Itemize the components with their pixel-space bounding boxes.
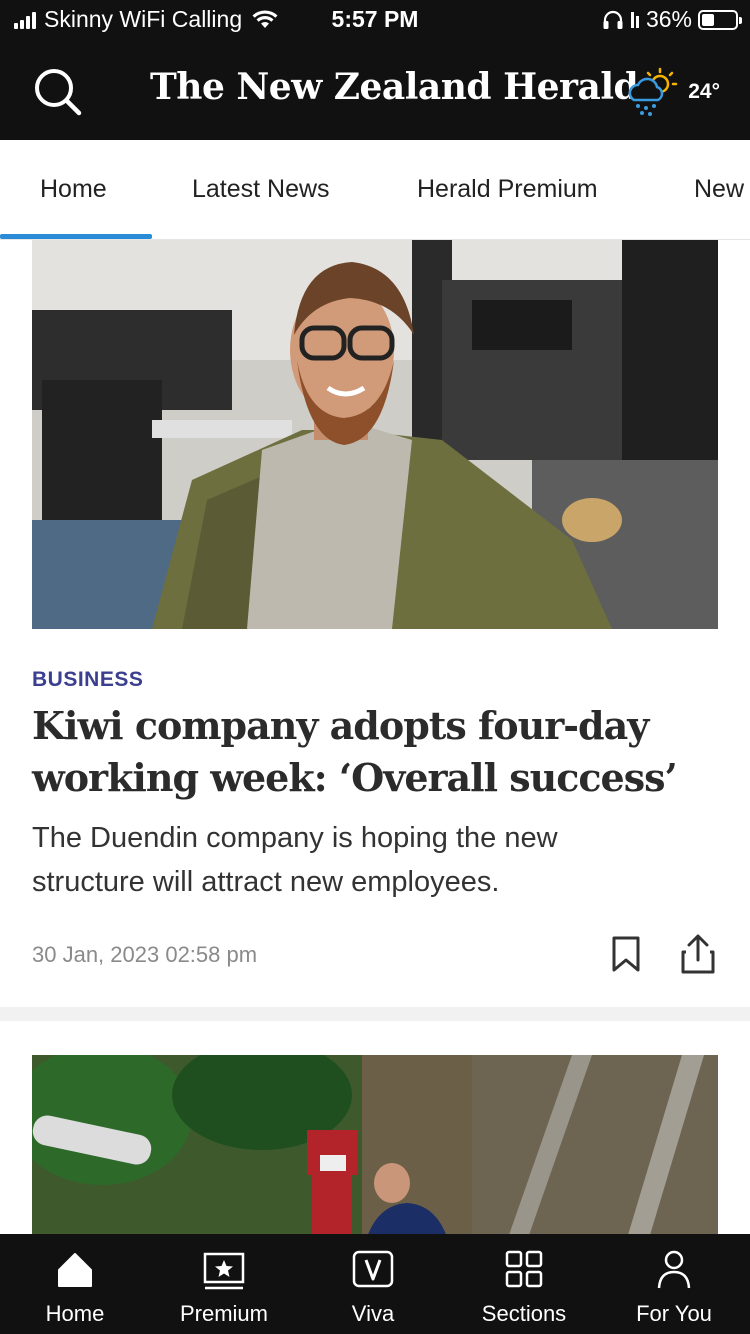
signal-icon bbox=[14, 11, 36, 29]
share-button[interactable] bbox=[680, 934, 716, 974]
app-header: The New Zealand Herald 24° bbox=[0, 40, 750, 140]
active-tab-indicator bbox=[0, 234, 152, 239]
article-image-2[interactable] bbox=[32, 1055, 718, 1234]
bottom-tab-viva[interactable]: Viva bbox=[298, 1234, 448, 1334]
bottom-tab-premium[interactable]: Premium bbox=[149, 1234, 299, 1334]
police-scene-photo bbox=[32, 1055, 718, 1234]
search-button[interactable] bbox=[30, 64, 86, 120]
article-divider bbox=[0, 1007, 750, 1021]
weather-temperature: 24° bbox=[688, 80, 720, 103]
status-right: 36% bbox=[602, 6, 742, 33]
battery-bars-icon bbox=[630, 11, 639, 28]
bookmark-button[interactable] bbox=[610, 936, 642, 972]
battery-percent: 36% bbox=[645, 6, 692, 32]
section-tabs: Home Latest News Herald Premium New bbox=[0, 140, 750, 240]
weather-widget[interactable]: 24° bbox=[624, 66, 720, 118]
battery-fill bbox=[702, 13, 714, 26]
tab-home[interactable]: Home bbox=[40, 140, 107, 239]
bottom-tab-bar: Home Premium Viva Sections For You bbox=[0, 1234, 750, 1334]
battery-icon bbox=[698, 9, 742, 30]
article-headline[interactable]: Kiwi company adopts four-day working wee… bbox=[32, 700, 722, 804]
tab-herald-premium[interactable]: Herald Premium bbox=[417, 140, 598, 239]
bottom-tab-viva-label: Viva bbox=[351, 1301, 395, 1326]
article-category[interactable]: BUSINESS bbox=[32, 668, 143, 692]
masthead-logo[interactable]: The New Zealand Herald bbox=[150, 66, 639, 108]
viva-icon bbox=[352, 1250, 394, 1288]
home-icon bbox=[58, 1253, 92, 1287]
bookmark-icon bbox=[612, 936, 640, 972]
carrier-label: Skinny WiFi Calling bbox=[44, 6, 243, 32]
status-left: Skinny WiFi Calling bbox=[14, 6, 278, 33]
bottom-tab-for-you[interactable]: For You bbox=[599, 1234, 749, 1334]
bottom-tab-premium-label: Premium bbox=[179, 1301, 268, 1326]
office-photo bbox=[32, 240, 718, 629]
bottom-tab-home[interactable]: Home bbox=[0, 1234, 150, 1334]
wifi-icon bbox=[252, 9, 278, 28]
status-bar: Skinny WiFi Calling 5:57 PM 36% bbox=[0, 0, 750, 40]
tab-new[interactable]: New bbox=[694, 140, 744, 239]
news-feed[interactable]: BUSINESS Kiwi company adopts four-day wo… bbox=[0, 240, 750, 1234]
premium-star-icon bbox=[203, 1252, 245, 1290]
bottom-tab-for-you-label: For You bbox=[636, 1301, 712, 1326]
bottom-tab-sections[interactable]: Sections bbox=[449, 1234, 599, 1334]
tab-latest-news[interactable]: Latest News bbox=[192, 140, 330, 239]
bottom-tab-sections-label: Sections bbox=[481, 1301, 567, 1326]
person-icon bbox=[657, 1250, 691, 1289]
sun-rain-cloud-icon bbox=[628, 67, 678, 116]
article-summary: The Duendin company is hoping the new st… bbox=[32, 822, 558, 898]
bottom-tab-home-label: Home bbox=[45, 1301, 105, 1326]
headphones-icon bbox=[603, 10, 623, 29]
article-timestamp: 30 Jan, 2023 02:58 pm bbox=[32, 942, 258, 967]
search-icon bbox=[35, 69, 82, 116]
share-icon bbox=[681, 934, 715, 974]
sections-grid-icon bbox=[505, 1250, 543, 1288]
article-hero-image[interactable] bbox=[32, 240, 718, 629]
